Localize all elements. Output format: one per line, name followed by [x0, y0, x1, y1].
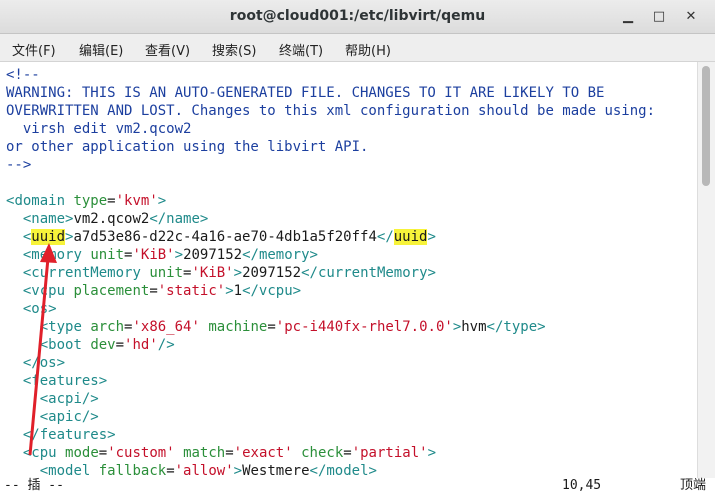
annotation-arrow-icon: [28, 243, 57, 456]
